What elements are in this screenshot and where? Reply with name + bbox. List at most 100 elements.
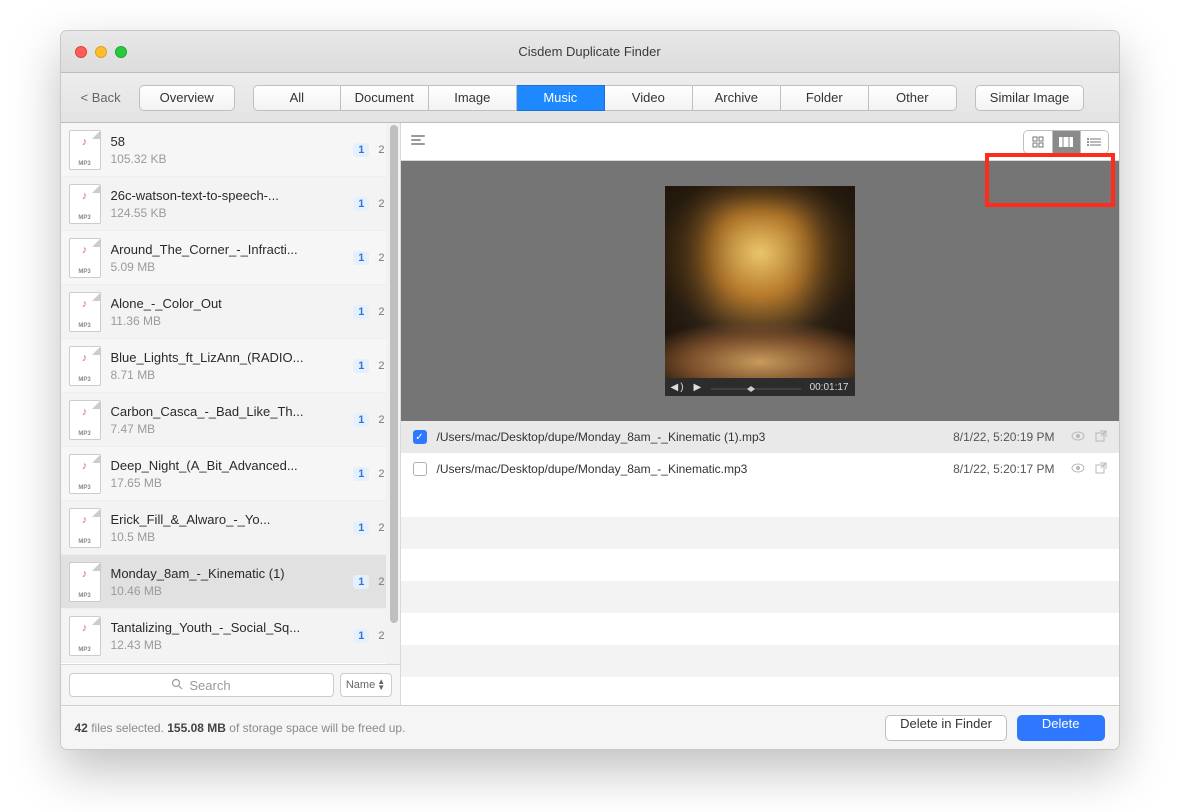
- list-item-text: Erick_Fill_&_Alwaro_-_Yo...10.5 MB: [111, 512, 346, 544]
- file-name: Blue_Lights_ft_LizAnn_(RADIO...: [111, 350, 346, 365]
- search-icon: [171, 678, 183, 693]
- sort-label: Name: [346, 679, 375, 691]
- mp3-icon: ♪MP3: [69, 562, 101, 602]
- row-checkbox[interactable]: [413, 462, 427, 476]
- mp3-icon: ♪MP3: [69, 130, 101, 170]
- footer: 42 files selected. 155.08 MB of storage …: [61, 705, 1119, 749]
- view-mode-segment: [1023, 130, 1109, 154]
- scrollbar[interactable]: [386, 123, 400, 664]
- file-name: Tantalizing_Youth_-_Social_Sq...: [111, 620, 346, 635]
- file-name: Monday_8am_-_Kinematic (1): [111, 566, 346, 581]
- similar-image-button[interactable]: Similar Image: [975, 85, 1084, 111]
- album-preview: ◀) ▶ 00:01:17: [665, 186, 855, 396]
- file-path: /Users/mac/Desktop/dupe/Monday_8am_-_Kin…: [437, 430, 944, 444]
- list-item[interactable]: ♪MP3 Carbon_Casca_-_Bad_Like_Th... 7.47 MB…: [61, 393, 400, 447]
- dup-counts: 12: [353, 521, 389, 535]
- toolbar: < Back Overview AllDocumentImageMusicVid…: [61, 73, 1119, 123]
- file-size: 124.55 KB: [111, 206, 346, 220]
- file-date: 8/1/22, 5:20:17 PM: [953, 462, 1054, 476]
- tab-music[interactable]: Music: [517, 85, 605, 111]
- file-name: Carbon_Casca_-_Bad_Like_Th...: [111, 404, 346, 419]
- count-selected: 1: [353, 521, 369, 535]
- search-input[interactable]: Search: [69, 673, 334, 697]
- count-selected: 1: [353, 575, 369, 589]
- list-item[interactable]: ♪MP3Alone_-_Color_Out11.36 MB12: [61, 285, 400, 339]
- file-list[interactable]: ♪MP358105.32 KB12♪MP326c-watson-text-to-…: [61, 123, 400, 664]
- list-item[interactable]: ♪MP3Around_The_Corner_-_Infracti...5.09 …: [61, 231, 400, 285]
- reveal-icon[interactable]: [1071, 430, 1085, 444]
- tab-other[interactable]: Other: [869, 85, 957, 111]
- file-size: 10.46 MB: [111, 584, 346, 598]
- file-size: 17.65 MB: [111, 476, 346, 490]
- dup-counts: 12: [353, 143, 389, 157]
- file-name: Around_The_Corner_-_Infracti...: [111, 242, 346, 257]
- list-item-text: Deep_Night_(A_Bit_Advanced... 17.65 MB: [111, 458, 346, 490]
- dup-counts: 12: [353, 197, 389, 211]
- list-item[interactable]: ♪MP3 Tantalizing_Youth_-_Social_Sq... 12.4…: [61, 609, 400, 663]
- list-options-icon[interactable]: [411, 133, 425, 150]
- preview-area: ◀) ▶ 00:01:17: [401, 161, 1119, 421]
- open-external-icon[interactable]: [1095, 430, 1107, 445]
- file-size: 11.36 MB: [111, 314, 346, 328]
- row-checkbox[interactable]: ✓: [413, 430, 427, 444]
- file-name: Deep_Night_(A_Bit_Advanced...: [111, 458, 346, 473]
- file-path: /Users/mac/Desktop/dupe/Monday_8am_-_Kin…: [437, 462, 944, 476]
- list-item[interactable]: ♪MP3 Deep_Night_(A_Bit_Advanced... 17.65 M…: [61, 447, 400, 501]
- delete-button[interactable]: Delete: [1017, 715, 1105, 741]
- list-item[interactable]: ♪MP3Blue_Lights_ft_LizAnn_(RADIO...8.71 …: [61, 339, 400, 393]
- file-size: 10.5 MB: [111, 530, 346, 544]
- reveal-icon[interactable]: [1071, 462, 1085, 476]
- tab-all[interactable]: All: [253, 85, 341, 111]
- sidebar: ♪MP358105.32 KB12♪MP326c-watson-text-to-…: [61, 123, 401, 705]
- dup-counts: 12: [353, 305, 389, 319]
- search-placeholder: Search: [189, 678, 230, 693]
- dup-counts: 12: [353, 575, 389, 589]
- tab-document[interactable]: Document: [341, 85, 429, 111]
- view-columns-button[interactable]: [1052, 131, 1080, 153]
- file-size: 12.43 MB: [111, 638, 346, 652]
- duplicate-row[interactable]: /Users/mac/Desktop/dupe/Monday_8am_-_Kin…: [401, 453, 1119, 485]
- list-item[interactable]: ♪MP3Erick_Fill_&_Alwaro_-_Yo...10.5 MB12: [61, 501, 400, 555]
- mp3-icon: ♪MP3: [69, 238, 101, 278]
- mp3-icon: ♪MP3: [69, 454, 101, 494]
- tab-archive[interactable]: Archive: [693, 85, 781, 111]
- sort-arrows-icon: ▲▼: [377, 679, 385, 691]
- delete-in-finder-button[interactable]: Delete in Finder: [885, 715, 1007, 741]
- count-selected: 1: [353, 197, 369, 211]
- empty-rows: [401, 485, 1119, 705]
- overview-button[interactable]: Overview: [139, 85, 235, 111]
- count-selected: 1: [353, 143, 369, 157]
- count-selected: 1: [353, 251, 369, 265]
- view-list-button[interactable]: [1080, 131, 1108, 153]
- list-item[interactable]: ♪MP3 Monday_8am_-_Kinematic (1) 10.46 MB 12: [61, 555, 400, 609]
- duplicate-row[interactable]: ✓ /Users/mac/Desktop/dupe/Monday_8am_-_Ki…: [401, 421, 1119, 453]
- count-selected: 1: [353, 413, 369, 427]
- file-name: Alone_-_Color_Out: [111, 296, 346, 311]
- detail-toolbar: [401, 123, 1119, 161]
- duplicate-list: ✓ /Users/mac/Desktop/dupe/Monday_8am_-_Ki…: [401, 421, 1119, 485]
- view-grid-button[interactable]: [1024, 131, 1052, 153]
- titlebar: Cisdem Duplicate Finder: [61, 31, 1119, 73]
- play-icon[interactable]: ▶: [694, 382, 704, 393]
- file-size: 8.71 MB: [111, 368, 346, 382]
- volume-icon[interactable]: ◀): [671, 382, 686, 393]
- back-button[interactable]: < Back: [73, 86, 129, 109]
- open-external-icon[interactable]: [1095, 462, 1107, 477]
- list-item[interactable]: ♪MP3 26c-watson-text-to-speech-... 124.55 …: [61, 177, 400, 231]
- file-name: 26c-watson-text-to-speech-...: [111, 188, 346, 203]
- mp3-icon: ♪MP3: [69, 184, 101, 224]
- tab-image[interactable]: Image: [429, 85, 517, 111]
- tab-video[interactable]: Video: [605, 85, 693, 111]
- file-date: 8/1/22, 5:20:19 PM: [953, 430, 1054, 444]
- dup-counts: 12: [353, 467, 389, 481]
- album-art: [665, 186, 855, 378]
- mp3-icon: ♪MP3: [69, 616, 101, 656]
- list-item-text: 26c-watson-text-to-speech-... 124.55 KB: [111, 188, 346, 220]
- mp3-icon: ♪MP3: [69, 400, 101, 440]
- file-size: 7.47 MB: [111, 422, 346, 436]
- sort-select[interactable]: Name ▲▼: [340, 673, 392, 697]
- search-bar-row: Search Name ▲▼: [61, 664, 400, 705]
- tab-folder[interactable]: Folder: [781, 85, 869, 111]
- list-item[interactable]: ♪MP358105.32 KB12: [61, 123, 400, 177]
- seek-slider[interactable]: [711, 380, 801, 395]
